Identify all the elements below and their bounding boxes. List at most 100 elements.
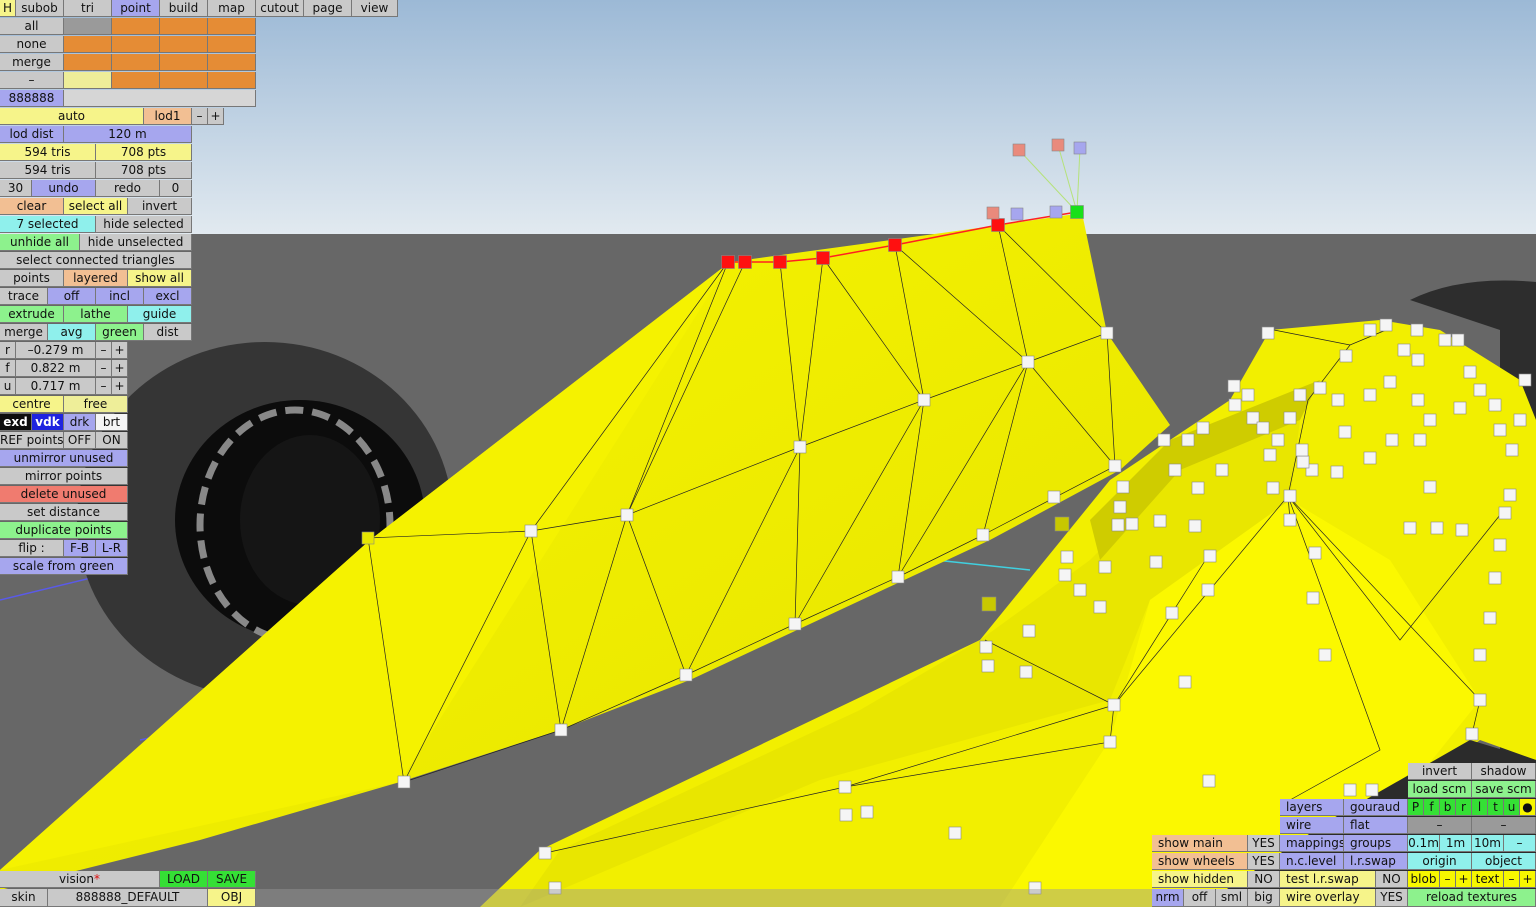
set-distance-button[interactable]: set distance bbox=[0, 504, 128, 521]
coord-r-value[interactable]: –0.279 m bbox=[16, 342, 96, 359]
swatch[interactable] bbox=[208, 18, 256, 35]
mesh-point[interactable] bbox=[1215, 463, 1229, 477]
gizmo-point[interactable] bbox=[1073, 141, 1087, 155]
mesh-point[interactable] bbox=[1019, 665, 1033, 679]
coord-f-value[interactable]: 0.822 m bbox=[16, 360, 96, 377]
selected-point[interactable] bbox=[816, 251, 830, 265]
test-lr-swap-toggle[interactable]: NO bbox=[1376, 871, 1408, 888]
points-mode-button[interactable]: points bbox=[0, 270, 64, 287]
layer-l-button[interactable]: l bbox=[1472, 799, 1488, 816]
mesh-point[interactable] bbox=[1313, 381, 1327, 395]
mesh-point[interactable] bbox=[1451, 333, 1465, 347]
flip-lr-button[interactable]: L-R bbox=[96, 540, 128, 557]
layered-button[interactable]: layered bbox=[64, 270, 128, 287]
dash-button-left[interactable]: – bbox=[1408, 817, 1472, 834]
menu-tab-map[interactable]: map bbox=[208, 0, 256, 17]
shade-exd-button[interactable]: exd bbox=[0, 414, 32, 431]
mesh-point[interactable] bbox=[1411, 353, 1425, 367]
coord-f-plus[interactable]: + bbox=[112, 360, 128, 377]
big-button[interactable]: big bbox=[1248, 889, 1280, 907]
menu-tab-cutout[interactable]: cutout bbox=[256, 0, 304, 17]
load-button[interactable]: LOAD bbox=[160, 871, 208, 888]
mesh-point[interactable] bbox=[1306, 591, 1320, 605]
merge-row-button[interactable]: merge bbox=[0, 54, 64, 71]
object-button[interactable]: object bbox=[1472, 853, 1536, 870]
sml-button[interactable]: sml bbox=[1216, 889, 1248, 907]
grid-1m-button[interactable]: 1m bbox=[1440, 835, 1472, 852]
mesh-point[interactable] bbox=[1283, 411, 1297, 425]
swatch[interactable] bbox=[112, 54, 160, 71]
coord-u-plus[interactable]: + bbox=[112, 378, 128, 395]
trace-incl-button[interactable]: incl bbox=[96, 288, 144, 305]
mesh-point[interactable] bbox=[1125, 517, 1139, 531]
mesh-point[interactable] bbox=[1365, 783, 1379, 797]
mesh-point[interactable] bbox=[1149, 555, 1163, 569]
mesh-point[interactable] bbox=[1293, 388, 1307, 402]
mesh-point[interactable] bbox=[793, 440, 807, 454]
mesh-point[interactable] bbox=[979, 640, 993, 654]
hide-unselected-button[interactable]: hide unselected bbox=[80, 234, 192, 251]
swatch[interactable] bbox=[64, 18, 112, 35]
trace-off-button[interactable]: off bbox=[48, 288, 96, 305]
clear-button[interactable]: clear bbox=[0, 198, 64, 215]
mirror-points-button[interactable]: mirror points bbox=[0, 468, 128, 485]
mesh-point[interactable] bbox=[1385, 433, 1399, 447]
mesh-point[interactable] bbox=[838, 780, 852, 794]
mesh-point[interactable] bbox=[620, 508, 634, 522]
show-wheels-toggle[interactable]: YES bbox=[1248, 853, 1280, 870]
selected-point[interactable] bbox=[721, 255, 735, 269]
mesh-point[interactable] bbox=[788, 617, 802, 631]
mesh-point[interactable] bbox=[1338, 425, 1352, 439]
shade-vdk-button[interactable]: vdk bbox=[32, 414, 64, 431]
blob-minus-button[interactable]: – bbox=[1440, 871, 1456, 888]
scale-from-green-button[interactable]: scale from green bbox=[0, 558, 128, 575]
mesh-point[interactable] bbox=[1423, 413, 1437, 427]
wire-button[interactable]: wire bbox=[1280, 817, 1344, 834]
nc-level-button[interactable]: n.c.level bbox=[1280, 853, 1344, 870]
mesh-point[interactable] bbox=[1455, 523, 1469, 537]
menu-tab-tri[interactable]: tri bbox=[64, 0, 112, 17]
wire-overlay-toggle[interactable]: YES bbox=[1376, 889, 1408, 907]
mesh-point[interactable] bbox=[1116, 480, 1130, 494]
layer-u-button[interactable]: u bbox=[1504, 799, 1520, 816]
delete-unused-button[interactable]: delete unused bbox=[0, 486, 128, 503]
show-all-button[interactable]: show all bbox=[128, 270, 192, 287]
mesh-point[interactable] bbox=[1283, 489, 1297, 503]
ref-off-button[interactable]: OFF bbox=[64, 432, 96, 449]
selected-point[interactable] bbox=[738, 255, 752, 269]
mesh-point[interactable] bbox=[1411, 393, 1425, 407]
shade-brt-button[interactable]: brt bbox=[96, 414, 128, 431]
mesh-point[interactable] bbox=[1108, 459, 1122, 473]
mesh-point[interactable] bbox=[1203, 549, 1217, 563]
swatch[interactable] bbox=[160, 36, 208, 53]
mesh-point[interactable] bbox=[1157, 433, 1171, 447]
obj-button[interactable]: OBJ bbox=[208, 889, 256, 907]
mappings-button[interactable]: mappings bbox=[1280, 835, 1344, 852]
color-code-field[interactable]: 888888 bbox=[0, 90, 64, 107]
mesh-point[interactable] bbox=[1410, 323, 1424, 337]
mesh-point[interactable] bbox=[1413, 433, 1427, 447]
flat-button[interactable]: flat bbox=[1344, 817, 1408, 834]
mesh-point[interactable] bbox=[1473, 383, 1487, 397]
coord-r-minus[interactable]: – bbox=[96, 342, 112, 359]
mesh-point[interactable] bbox=[1423, 480, 1437, 494]
flip-fb-button[interactable]: F-B bbox=[64, 540, 96, 557]
load-scm-button[interactable]: load scm bbox=[1408, 781, 1472, 798]
swatch[interactable] bbox=[160, 54, 208, 71]
mesh-point[interactable] bbox=[1165, 606, 1179, 620]
show-main-toggle[interactable]: YES bbox=[1248, 835, 1280, 852]
green-button[interactable]: green bbox=[96, 324, 144, 341]
nrm-button[interactable]: nrm bbox=[1152, 889, 1184, 907]
mesh-point[interactable] bbox=[397, 775, 411, 789]
show-wheels-label[interactable]: show wheels bbox=[1152, 853, 1248, 870]
dist-button[interactable]: dist bbox=[144, 324, 192, 341]
mesh-point[interactable] bbox=[1266, 481, 1280, 495]
guide-button[interactable]: guide bbox=[128, 306, 192, 323]
menu-tab-point[interactable]: point bbox=[112, 0, 160, 17]
mesh-point[interactable] bbox=[1100, 326, 1114, 340]
select-none-row-button[interactable]: none bbox=[0, 36, 64, 53]
mesh-point[interactable] bbox=[948, 826, 962, 840]
dash-row-button[interactable]: – bbox=[0, 72, 64, 89]
swatch[interactable] bbox=[208, 54, 256, 71]
test-lr-swap-label[interactable]: test l.r.swap bbox=[1280, 871, 1376, 888]
